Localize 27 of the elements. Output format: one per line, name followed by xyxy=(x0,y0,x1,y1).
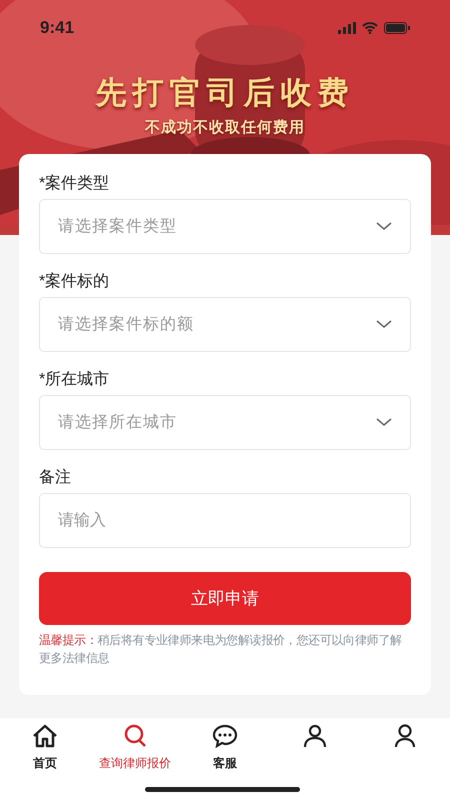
chat-icon xyxy=(212,724,238,748)
person-icon xyxy=(302,724,328,748)
tab-item[interactable]: 查询律师报价 xyxy=(90,724,180,800)
tab-item[interactable]: 首页 xyxy=(0,724,90,800)
select-field[interactable]: 请选择案件类型 xyxy=(39,199,411,254)
battery-icon xyxy=(384,22,410,34)
submit-button[interactable]: 立即申请 xyxy=(39,572,411,625)
chevron-down-icon xyxy=(376,222,392,231)
field-label: 备注 xyxy=(39,468,72,488)
field-label: *案件标的 xyxy=(39,271,110,292)
banner-subtitle: 不成功不收取任何费用 xyxy=(145,118,305,138)
field-label: *案件类型 xyxy=(39,173,110,194)
select-field[interactable]: 请选择所在城市 xyxy=(39,395,411,450)
tab-item[interactable]: 客服 xyxy=(180,724,270,800)
signal-icon xyxy=(338,22,356,34)
user-icon xyxy=(392,724,418,748)
home-icon xyxy=(32,724,58,748)
banner-title: 先打官司后收费 xyxy=(96,74,354,112)
notice-text: 温馨提示：稍后将有专业律师来电为您解读报价，您还可以向律师了解更多法律信息 xyxy=(39,632,403,667)
search-icon xyxy=(122,724,148,748)
chevron-down-icon xyxy=(376,320,392,329)
input-field[interactable]: 请输入 xyxy=(39,493,411,548)
field-label: *所在城市 xyxy=(39,370,110,390)
status-time: 9:41 xyxy=(40,17,74,40)
wifi-icon xyxy=(362,22,378,34)
chevron-down-icon xyxy=(376,418,392,427)
select-field[interactable]: 请选择案件标的额 xyxy=(39,297,411,352)
